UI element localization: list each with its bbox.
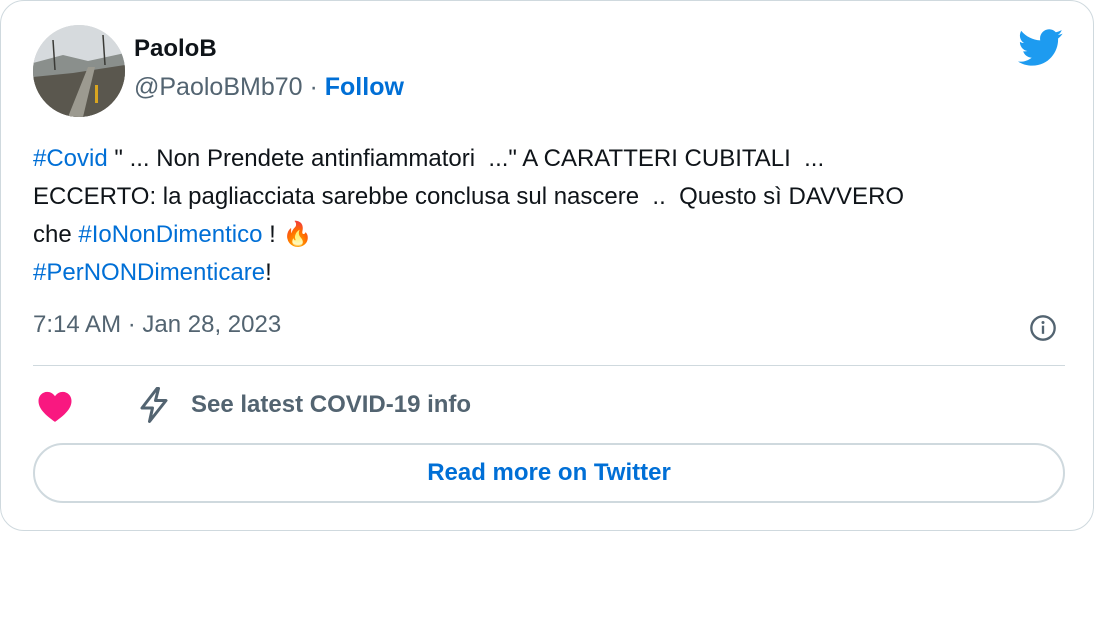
tweet-line-3: che #IoNonDimentico ! 🔥 [33, 216, 1065, 254]
follow-button[interactable]: Follow [325, 73, 404, 101]
tweet-text: #Covid " ... Non Prendete antinfiammator… [33, 140, 1065, 292]
hashtag-perNONDimenticare[interactable]: #PerNONDimenticare [33, 259, 265, 286]
info-icon[interactable] [1029, 314, 1057, 342]
tweet-line-3-post: ! [262, 221, 283, 248]
tweet-line-4-post: ! [265, 259, 272, 286]
read-more-button[interactable]: Read more on Twitter [33, 443, 1065, 503]
author-handle[interactable]: @PaoloBMb70 [134, 73, 303, 101]
hashtag-covid[interactable]: #Covid [33, 145, 108, 172]
avatar-photo [33, 25, 125, 117]
tweet-card: PaoloB @PaoloBMb70 · Follow #Covid " ...… [0, 0, 1094, 531]
tweet-line-1: #Covid " ... Non Prendete antinfiammator… [33, 140, 1065, 178]
author-handle-row: @PaoloBMb70 · Follow [134, 73, 404, 102]
lightning-bolt-icon[interactable] [136, 385, 172, 425]
avatar[interactable] [33, 25, 125, 117]
tweet-line-3-pre: che [33, 221, 79, 248]
author-name[interactable]: PaoloB [134, 35, 217, 63]
heart-icon[interactable] [37, 389, 73, 423]
handle-separator: · [309, 73, 318, 101]
tweet-timestamp[interactable]: 7:14 AM · Jan 28, 2023 [33, 311, 281, 339]
fire-emoji: 🔥 [282, 221, 313, 248]
tweet-line-4: #PerNONDimenticare! [33, 254, 1065, 292]
hashtag-iononDimentico[interactable]: #IoNonDimentico [78, 221, 262, 248]
divider [33, 365, 1065, 366]
covid-info-link[interactable]: See latest COVID-19 info [191, 391, 471, 419]
twitter-bird-icon[interactable] [1018, 29, 1064, 67]
tweet-line-2: ECCERTO: la pagliacciata sarebbe conclus… [33, 183, 905, 210]
tweet-line-1-text: " ... Non Prendete antinfiammatori ..." … [107, 145, 825, 172]
